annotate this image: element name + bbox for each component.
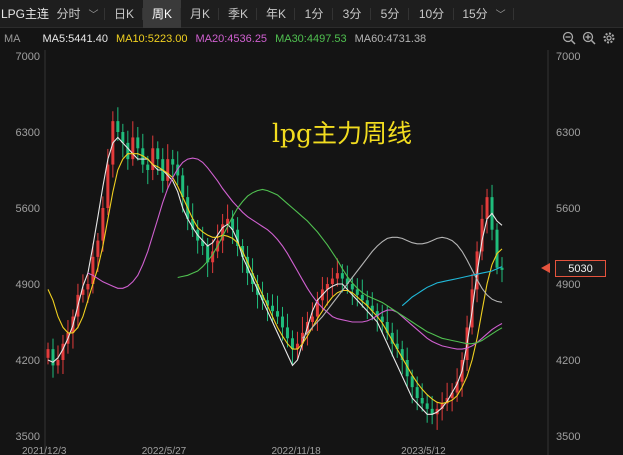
candle-body bbox=[275, 311, 279, 317]
x-tick: 2022/5/27 bbox=[142, 446, 187, 455]
candle-body bbox=[151, 148, 155, 170]
candle-body bbox=[126, 142, 130, 160]
price-arrow-icon bbox=[541, 263, 550, 273]
candle-body bbox=[106, 164, 110, 208]
x-tick: 2022/11/18 bbox=[271, 446, 321, 455]
candle-body bbox=[280, 316, 284, 328]
candle-body bbox=[96, 240, 100, 257]
kline-chart[interactable]: 7000 7000 6300 6300 5600 5600 4900 4900 4200 4200… bbox=[0, 0, 623, 455]
candle-body bbox=[360, 294, 364, 301]
y-tick-left: 3500 bbox=[16, 431, 40, 443]
y-tick-left: 5600 bbox=[16, 203, 40, 215]
ma-line-ma20 bbox=[87, 157, 503, 350]
candle-body bbox=[485, 197, 489, 219]
y-tick-right: 7000 bbox=[556, 51, 580, 63]
candle-body bbox=[46, 349, 50, 358]
candle-body bbox=[330, 278, 334, 284]
candle-body bbox=[420, 398, 424, 404]
overlay-title: lpg主力周线 bbox=[272, 119, 413, 148]
candle-body bbox=[171, 159, 175, 165]
x-tick: 2021/12/3 bbox=[22, 446, 67, 455]
candle-body bbox=[56, 360, 60, 366]
candle-body bbox=[136, 137, 140, 149]
y-tick-right: 3500 bbox=[556, 431, 580, 443]
candle-body bbox=[355, 289, 359, 295]
candle-body bbox=[116, 121, 120, 132]
candle-body bbox=[271, 305, 275, 312]
y-tick-right: 6300 bbox=[556, 127, 580, 139]
y-tick-right: 4900 bbox=[556, 279, 580, 291]
candle-body bbox=[410, 376, 414, 388]
candle-body bbox=[500, 267, 504, 270]
y-tick-left: 4900 bbox=[16, 279, 40, 291]
ma-line-ma30 bbox=[177, 188, 503, 345]
candle-body bbox=[146, 164, 150, 170]
candle-body bbox=[131, 137, 135, 160]
y-tick-right: 5600 bbox=[556, 203, 580, 215]
candle-body bbox=[310, 316, 314, 322]
candle-body bbox=[166, 159, 170, 181]
candle-body bbox=[51, 349, 55, 366]
ma-line-ma10 bbox=[47, 153, 503, 404]
y-tick-right: 4200 bbox=[556, 355, 580, 367]
candle-body bbox=[415, 387, 419, 398]
current-price-tag: 5030 bbox=[555, 260, 606, 277]
candle-body bbox=[495, 229, 499, 268]
candle-body bbox=[86, 284, 90, 290]
y-tick-left: 4200 bbox=[16, 355, 40, 367]
candle-body bbox=[425, 403, 429, 409]
candle-body bbox=[156, 148, 160, 160]
candle-body bbox=[285, 327, 289, 339]
x-tick: 2023/5/12 bbox=[401, 446, 446, 455]
candle-body bbox=[101, 208, 105, 241]
candle-body bbox=[340, 273, 344, 279]
y-tick-left: 7000 bbox=[16, 51, 40, 63]
y-tick-left: 6300 bbox=[16, 127, 40, 139]
candle-body bbox=[335, 273, 339, 279]
